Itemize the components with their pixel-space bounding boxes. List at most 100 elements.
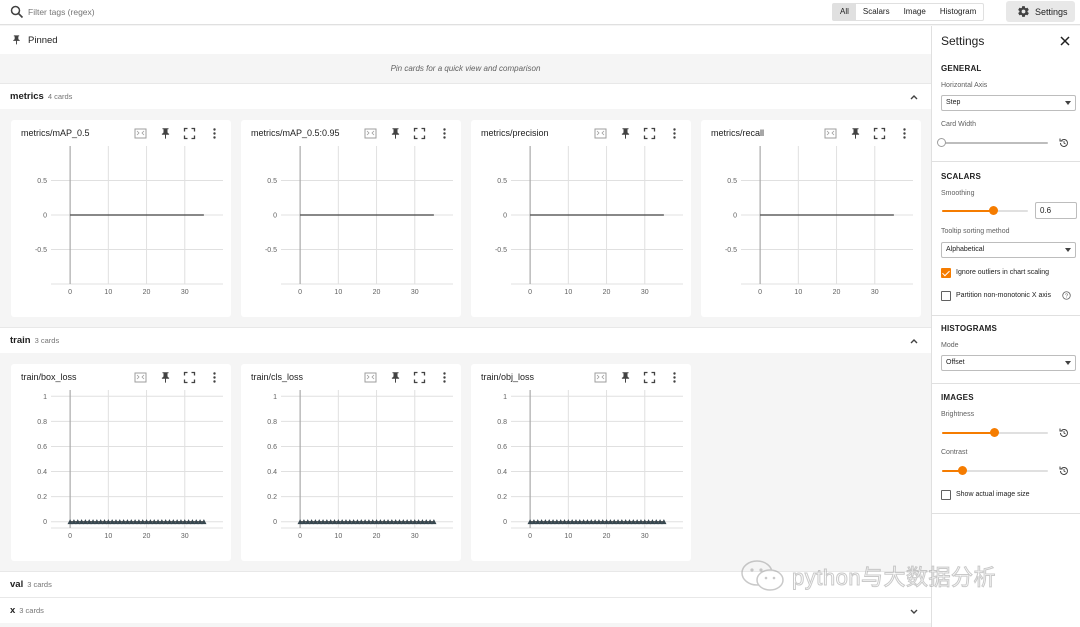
- card-title: metrics/mAP_0.5:0.95: [251, 128, 340, 138]
- x-tick-label: 0: [298, 289, 302, 296]
- y-tick-label: 0: [733, 213, 737, 220]
- pin-icon[interactable]: [619, 371, 632, 384]
- line-chart[interactable]: 0 10 20 30 0.5 0 -0.5: [11, 146, 231, 317]
- x-tick-label: 20: [603, 533, 611, 540]
- y-tick-label: 0.8: [37, 419, 47, 426]
- y-tick-label: 0.4: [267, 469, 277, 476]
- y-tick-label: 0.4: [497, 469, 507, 476]
- group-header-train[interactable]: train 3 cards: [0, 327, 931, 353]
- more-vert-icon[interactable]: [208, 371, 221, 384]
- pin-icon[interactable]: [389, 371, 402, 384]
- general-section-title: GENERAL: [941, 64, 982, 73]
- line-chart[interactable]: 0 10 20 30 1 0.8 0.6 0.4 0.2 0: [241, 390, 461, 561]
- ignore-outliers-checkbox[interactable]: [941, 268, 951, 278]
- dropdown-caret-icon: [1065, 248, 1071, 252]
- y-tick-label: 0.6: [37, 444, 47, 451]
- x-tick-label: 20: [373, 289, 381, 296]
- dropdown-caret-icon: [1065, 101, 1071, 105]
- group-header-metrics[interactable]: metrics 4 cards: [0, 83, 931, 109]
- close-icon[interactable]: [1059, 35, 1071, 47]
- pin-icon[interactable]: [389, 127, 402, 140]
- line-chart[interactable]: 0 10 20 30 0.5 0 -0.5: [701, 146, 921, 317]
- more-vert-icon[interactable]: [668, 127, 681, 140]
- fit-domain-icon[interactable]: [364, 127, 377, 140]
- section-divider: [932, 513, 1080, 514]
- fullscreen-icon[interactable]: [183, 127, 196, 140]
- reset-icon[interactable]: [1058, 137, 1070, 149]
- actual-image-size-checkbox[interactable]: [941, 490, 951, 500]
- chevron-up-icon[interactable]: [909, 336, 919, 346]
- reset-icon[interactable]: [1058, 465, 1070, 477]
- fit-domain-icon[interactable]: [594, 127, 607, 140]
- group-count: 3 cards: [34, 336, 60, 345]
- line-chart[interactable]: 0 10 20 30 0.5 0 -0.5: [471, 146, 691, 317]
- more-vert-icon[interactable]: [438, 371, 451, 384]
- section-divider: [932, 161, 1080, 162]
- smoothing-input[interactable]: 0.6: [1035, 202, 1077, 219]
- line-chart[interactable]: 0 10 20 30 1 0.8 0.6 0.4 0.2 0: [11, 390, 231, 561]
- y-tick-label: 0.2: [37, 494, 47, 501]
- x-tick-label: 20: [833, 289, 841, 296]
- partition-checkbox[interactable]: [941, 291, 951, 301]
- histogram-mode-select[interactable]: Offset: [941, 355, 1076, 371]
- x-tick-label: 10: [334, 533, 342, 540]
- fullscreen-icon[interactable]: [643, 127, 656, 140]
- settings-button[interactable]: Settings: [1006, 1, 1075, 22]
- fit-domain-icon[interactable]: [134, 127, 147, 140]
- line-chart[interactable]: 0 10 20 30 1 0.8 0.6 0.4 0.2 0: [471, 390, 691, 561]
- tag-filter-input[interactable]: [28, 4, 328, 20]
- chevron-down-icon[interactable]: [909, 606, 919, 616]
- more-vert-icon[interactable]: [208, 127, 221, 140]
- group-header-x[interactable]: x 3 cards: [0, 597, 931, 623]
- more-vert-icon[interactable]: [898, 127, 911, 140]
- x-tick-label: 10: [564, 289, 572, 296]
- group-name: train: [10, 335, 31, 346]
- card-width-slider-track[interactable]: [942, 142, 1048, 144]
- pin-icon[interactable]: [159, 371, 172, 384]
- fullscreen-icon[interactable]: [643, 371, 656, 384]
- fit-domain-icon[interactable]: [594, 371, 607, 384]
- tab-histogram[interactable]: Histogram: [933, 4, 983, 20]
- histogram-mode-label: Mode: [941, 342, 959, 349]
- fit-domain-icon[interactable]: [134, 371, 147, 384]
- tab-image[interactable]: Image: [897, 4, 933, 20]
- smoothing-slider-thumb[interactable]: [989, 206, 998, 215]
- pin-icon[interactable]: [619, 127, 632, 140]
- reset-icon[interactable]: [1058, 427, 1070, 439]
- fit-domain-icon[interactable]: [824, 127, 837, 140]
- smoothing-slider-fill: [942, 210, 994, 212]
- more-vert-icon[interactable]: [438, 127, 451, 140]
- group-name: val: [10, 579, 24, 590]
- chevron-up-icon[interactable]: [909, 92, 919, 102]
- card-title: metrics/mAP_0.5: [21, 128, 90, 138]
- tab-all[interactable]: All: [833, 4, 856, 20]
- more-vert-icon[interactable]: [668, 371, 681, 384]
- card-title: train/box_loss: [21, 372, 77, 382]
- card-width-slider-thumb[interactable]: [937, 138, 946, 147]
- help-icon[interactable]: ?: [1062, 291, 1071, 300]
- line-chart[interactable]: 0 10 20 30 0.5 0 -0.5: [241, 146, 461, 317]
- pin-icon[interactable]: [159, 127, 172, 140]
- y-tick-label: 0.2: [267, 494, 277, 501]
- scalars-section-title: SCALARS: [941, 172, 982, 181]
- pinned-label: Pinned: [28, 34, 58, 46]
- fullscreen-icon[interactable]: [413, 371, 426, 384]
- brightness-slider-thumb[interactable]: [990, 428, 999, 437]
- horizontal-axis-select[interactable]: Step: [941, 95, 1076, 111]
- fit-domain-icon[interactable]: [364, 371, 377, 384]
- settings-button-label: Settings: [1035, 6, 1068, 17]
- top-bar: All Scalars Image Histogram Settings: [0, 0, 1080, 25]
- tooltip-sort-select[interactable]: Alphabetical: [941, 242, 1076, 258]
- x-tick-label: 30: [641, 289, 649, 296]
- fullscreen-icon[interactable]: [183, 371, 196, 384]
- y-tick-label: 0.2: [497, 494, 507, 501]
- group-name: metrics: [10, 91, 44, 102]
- contrast-slider-thumb[interactable]: [958, 466, 967, 475]
- fullscreen-icon[interactable]: [413, 127, 426, 140]
- smoothing-label: Smoothing: [941, 190, 975, 197]
- tab-scalars[interactable]: Scalars: [856, 4, 897, 20]
- y-tick-label: 0.4: [37, 469, 47, 476]
- fullscreen-icon[interactable]: [873, 127, 886, 140]
- pin-icon[interactable]: [849, 127, 862, 140]
- x-tick-label: 30: [181, 289, 189, 296]
